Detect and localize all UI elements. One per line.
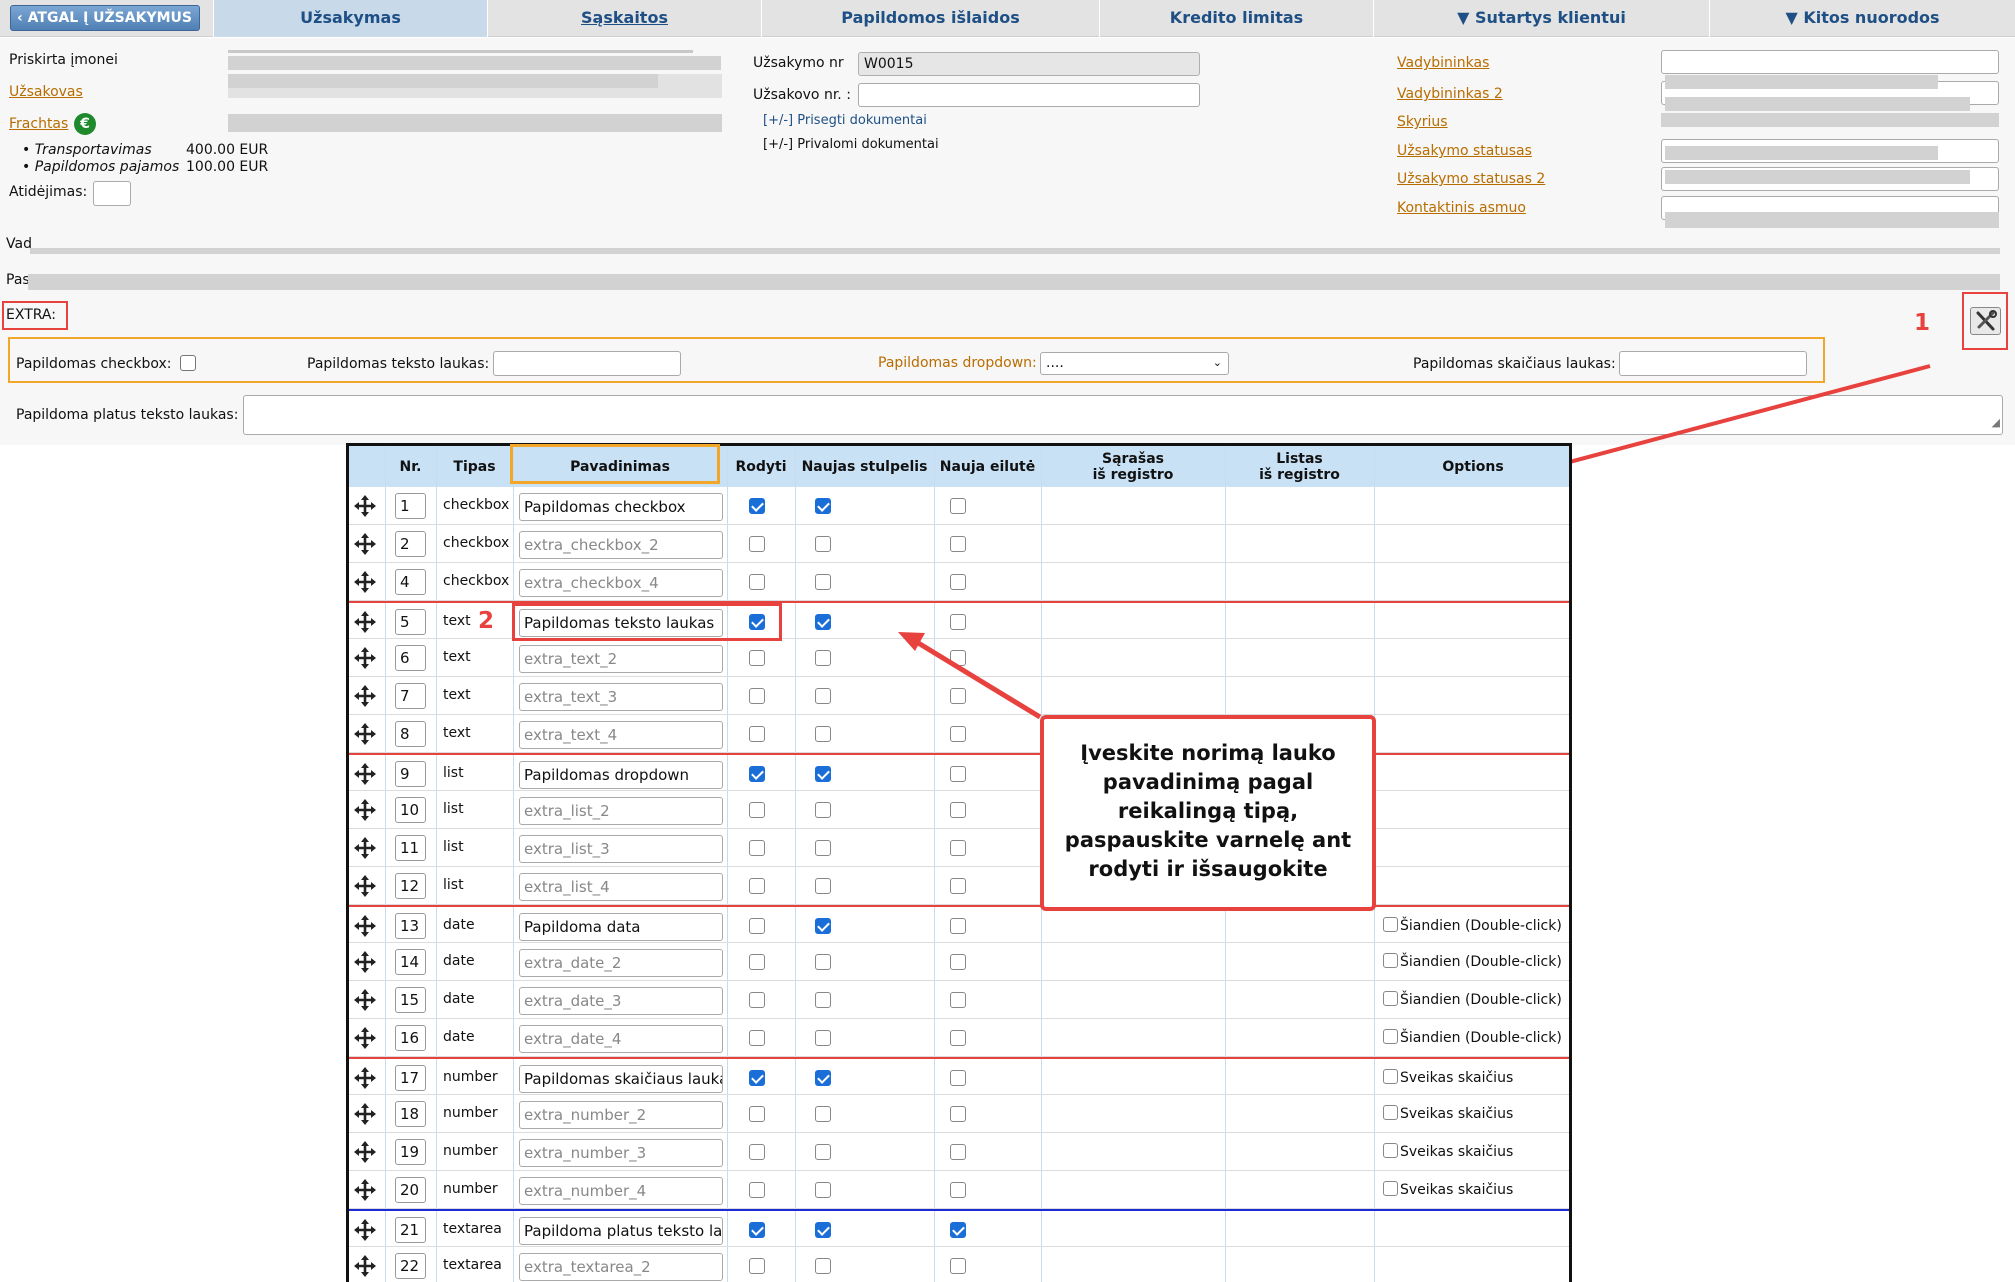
arrow-head-2 (898, 632, 925, 651)
callout-arrow (898, 632, 1042, 720)
instruction-callout: Įveskite norimą lauko pavadinimą pagal r… (1040, 715, 1376, 911)
